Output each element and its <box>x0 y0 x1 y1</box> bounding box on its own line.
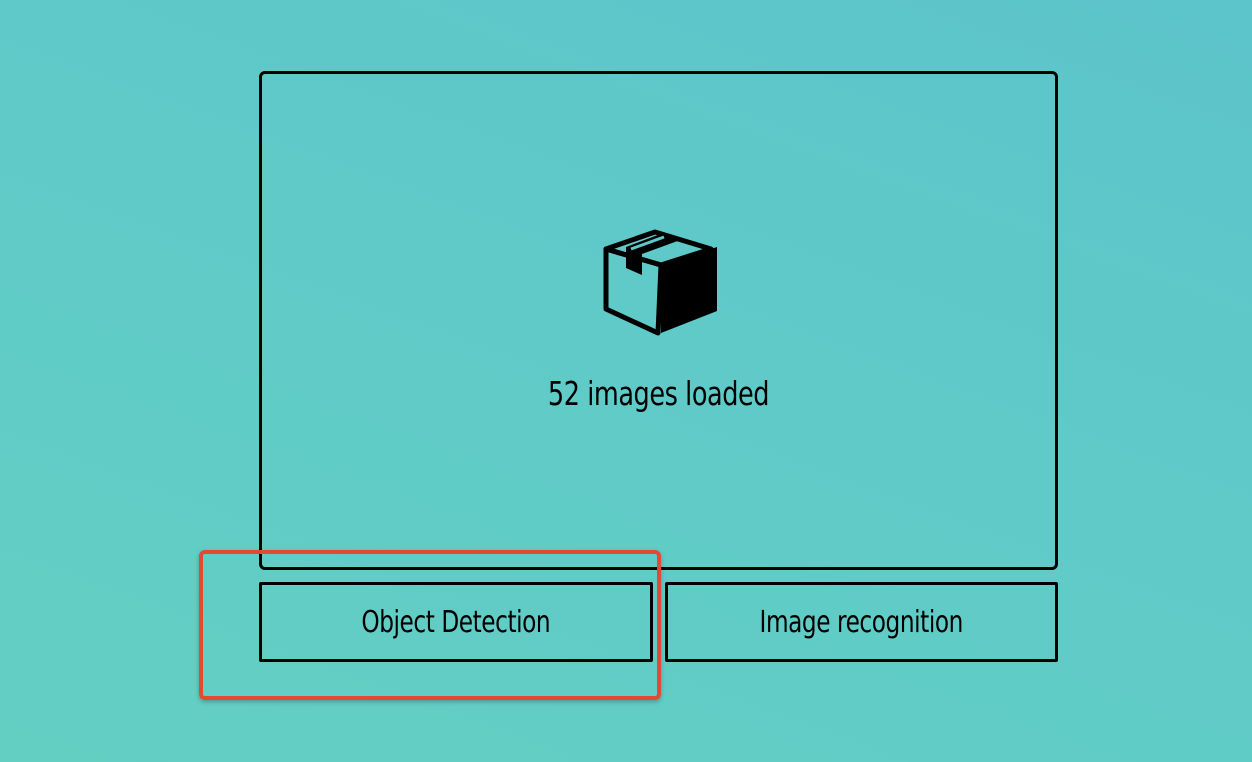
image-recognition-label: Image recognition <box>759 604 964 640</box>
images-loaded-status: 52 images loaded <box>547 374 770 413</box>
object-detection-label: Object Detection <box>361 604 551 640</box>
object-detection-button[interactable]: Object Detection <box>259 582 653 662</box>
image-dropzone[interactable]: 52 images loaded <box>259 71 1058 570</box>
package-box-icon <box>603 229 717 336</box>
image-recognition-button[interactable]: Image recognition <box>665 582 1058 662</box>
